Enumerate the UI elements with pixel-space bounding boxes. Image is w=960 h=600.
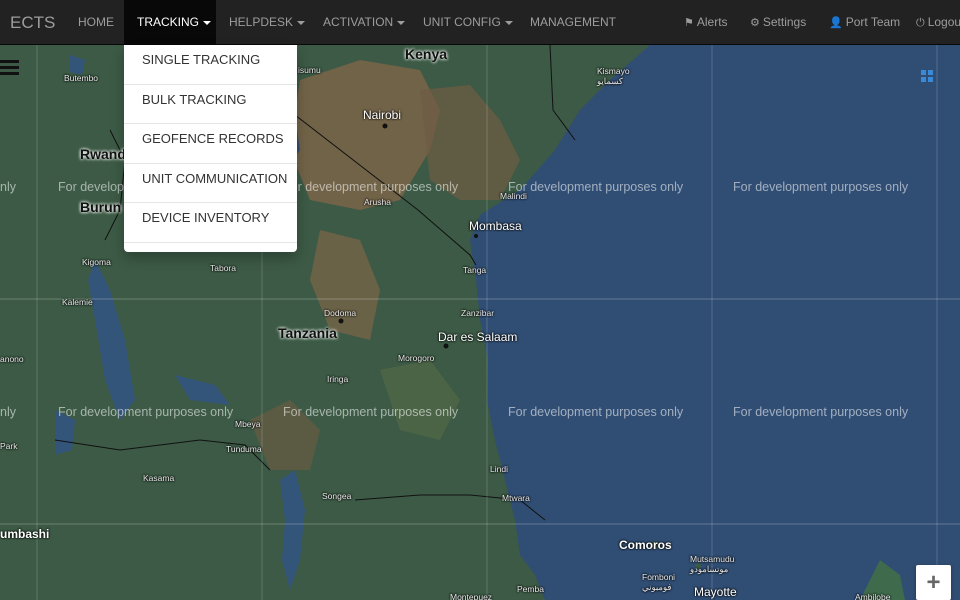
- city-label: Kasama: [143, 473, 175, 483]
- nav-settings[interactable]: ⚙ Settings: [750, 0, 806, 45]
- city-label: Ambilobe: [855, 592, 891, 600]
- city-label: Fomboni: [642, 572, 676, 582]
- nav-logout-label: Logout: [927, 15, 960, 29]
- nav-activation-label: ACTIVATION: [323, 15, 394, 29]
- watermark: For development purposes only: [508, 405, 684, 419]
- city-label: Mbeya: [235, 419, 261, 429]
- city-label: Park: [0, 441, 18, 451]
- menu-item-bulk-tracking[interactable]: BULK TRACKING: [124, 85, 297, 124]
- city-label: Tanga: [463, 265, 487, 275]
- city-label: Tabora: [210, 263, 236, 273]
- nav-helpdesk[interactable]: HELPDESK: [229, 0, 306, 45]
- city-label-mayotte: Mayotte: [694, 585, 737, 599]
- tracking-dropdown-menu: SINGLE TRACKING BULK TRACKING GEOFENCE R…: [124, 45, 297, 252]
- country-label-zambia: umbashi: [0, 527, 50, 541]
- nav-user[interactable]: 👤 Port Team: [829, 0, 900, 45]
- watermark: For development purposes only: [283, 180, 459, 194]
- flag-icon: ⚑: [684, 17, 694, 29]
- nav-helpdesk-label: HELPDESK: [229, 15, 294, 29]
- city-label-dar-es-salaam: Dar es Salaam: [438, 330, 518, 344]
- watermark: For development purposes only: [733, 405, 909, 419]
- city-label: Kigoma: [82, 257, 111, 267]
- city-label: Montepuez: [450, 592, 493, 600]
- city-label: Zanzibar: [461, 308, 495, 318]
- menu-item-unit-communication[interactable]: UNIT COMMUNICATION: [124, 164, 297, 203]
- nav-settings-label: Settings: [762, 15, 807, 29]
- chevron-down-icon: [297, 20, 306, 25]
- menu-item-geofence-records[interactable]: GEOFENCE RECORDS: [124, 124, 297, 164]
- menu-item-device-inventory[interactable]: DEVICE INVENTORY: [124, 203, 297, 243]
- city-label: Tunduma: [226, 444, 262, 454]
- nav-alerts[interactable]: ⚑ Alerts: [684, 0, 728, 45]
- watermark: For development purposes only: [508, 180, 684, 194]
- city-label-mombasa: Mombasa: [469, 219, 522, 233]
- nav-tracking-label: TRACKING: [137, 15, 200, 29]
- nav-user-label: Port Team: [845, 15, 901, 29]
- nav-home[interactable]: HOME: [78, 0, 114, 45]
- user-icon: 👤: [829, 17, 843, 29]
- watermark: For development purposes only: [283, 405, 459, 419]
- nav-tracking[interactable]: TRACKING: [124, 0, 216, 45]
- city-label: Pemba: [517, 584, 544, 594]
- nav-alerts-label: Alerts: [696, 15, 728, 29]
- city-label: anono: [0, 354, 24, 364]
- nav-unit-config-label: UNIT CONFIG: [423, 15, 501, 29]
- watermark: For development purposes only: [58, 405, 234, 419]
- chevron-down-icon: [397, 20, 406, 25]
- watermark: For development purposes only: [733, 180, 909, 194]
- city-label: Lindi: [490, 464, 508, 474]
- city-label: Iringa: [327, 374, 349, 384]
- watermark: nly: [0, 180, 16, 194]
- city-label: موتسامودو: [690, 564, 729, 574]
- menu-icon[interactable]: [0, 60, 19, 76]
- brand-logo[interactable]: ECTS: [10, 0, 55, 45]
- nav-logout[interactable]: ⏻Logout: [916, 0, 960, 45]
- country-label-tanzania: Tanzania: [278, 325, 337, 341]
- city-label: Butembo: [64, 73, 99, 83]
- city-label: Kalemie: [62, 297, 93, 307]
- country-label-burundi: Burun: [80, 199, 122, 215]
- gear-icon: ⚙: [750, 17, 760, 29]
- nav-unit-config[interactable]: UNIT CONFIG: [423, 0, 513, 45]
- city-label: Mtwara: [502, 493, 530, 503]
- chevron-down-icon: [203, 20, 212, 25]
- menu-item-single-tracking[interactable]: SINGLE TRACKING: [124, 45, 297, 85]
- city-label: Malindi: [500, 191, 527, 201]
- city-label: Morogoro: [398, 353, 435, 363]
- zoom-in-button[interactable]: +: [916, 565, 951, 600]
- nav-activation[interactable]: ACTIVATION: [323, 0, 406, 45]
- nav-home-label: HOME: [78, 15, 114, 29]
- city-label: Arusha: [364, 197, 391, 207]
- city-label: Mutsamudu: [690, 554, 735, 564]
- nav-management-label: MANAGEMENT: [530, 15, 617, 29]
- city-label: کسمایو: [597, 76, 623, 86]
- watermark: nly: [0, 405, 16, 419]
- country-label-comoros: Comoros: [619, 538, 672, 552]
- chevron-down-icon: [504, 20, 513, 25]
- country-label-kenya: Kenya: [405, 46, 448, 62]
- grid-icon[interactable]: [921, 70, 933, 82]
- nav-management[interactable]: MANAGEMENT: [530, 0, 616, 45]
- city-label: Songea: [322, 491, 352, 501]
- power-icon: ⏻: [916, 17, 925, 29]
- city-label: Kismayo: [597, 66, 630, 76]
- city-label-nairobi: Nairobi: [363, 108, 402, 122]
- city-label: Dodoma: [324, 308, 357, 318]
- city-label: فومبوني: [642, 582, 672, 592]
- city-label: isumu: [298, 65, 321, 75]
- top-navbar: ECTS HOME TRACKING HELPDESK ACTIVATION U…: [0, 0, 960, 45]
